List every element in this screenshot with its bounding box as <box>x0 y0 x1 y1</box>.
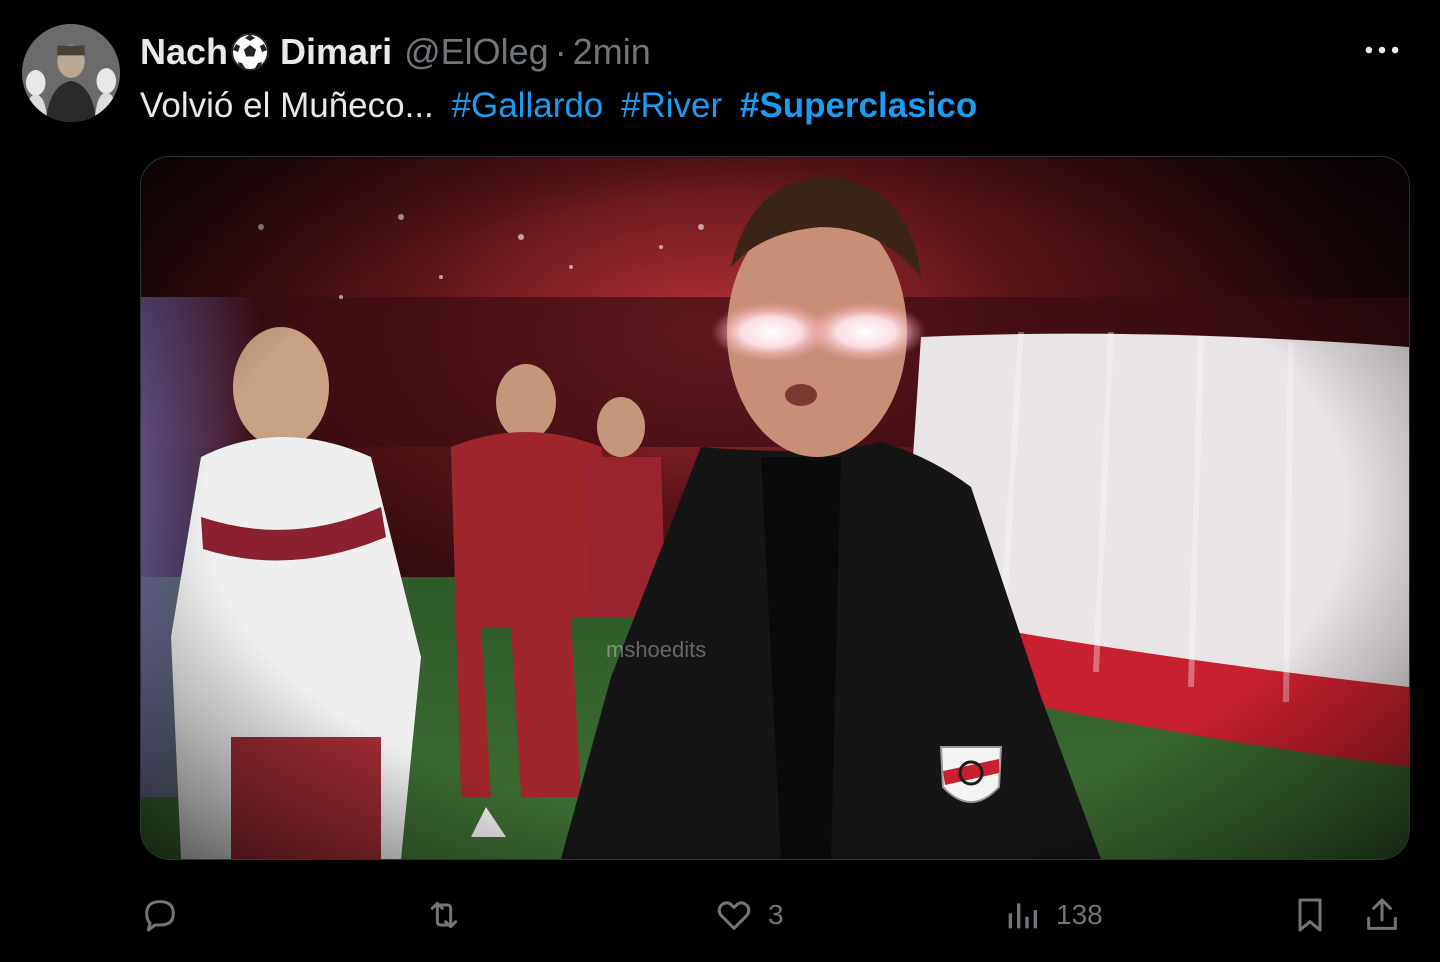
hashtag-gallardo[interactable]: #Gallardo <box>452 86 604 125</box>
soccer-ball-icon <box>231 33 270 71</box>
like-button[interactable]: 3 <box>714 888 784 942</box>
retweet-icon <box>430 901 458 929</box>
tweet-body: Volvió el Muñeco... <box>140 86 434 125</box>
reply-button[interactable] <box>140 888 194 942</box>
more-icon <box>1365 46 1399 54</box>
tweet-text: Volvió el Muñeco... #Gallardo #River #Su… <box>140 84 977 128</box>
reply-icon <box>145 900 175 932</box>
like-count: 3 <box>768 899 784 930</box>
retweet-button[interactable] <box>424 888 478 942</box>
avatar[interactable] <box>22 24 120 122</box>
tweet-actions: 3 138 <box>140 888 1420 942</box>
avatar-image <box>22 24 120 122</box>
bookmark-icon <box>1298 898 1322 932</box>
views-button[interactable]: 138 <box>1002 888 1103 942</box>
share-button[interactable] <box>1362 888 1402 942</box>
separator-dot: · <box>554 31 567 72</box>
hashtag-superclasico[interactable]: #Superclasico <box>740 86 977 125</box>
views-count: 138 <box>1056 899 1103 930</box>
tweet-media[interactable]: mshoedits <box>140 156 1410 860</box>
hashtag-river[interactable]: #River <box>621 86 722 125</box>
heart-icon <box>717 901 751 930</box>
author-name-part1: Nach <box>140 31 229 72</box>
more-options-button[interactable] <box>1360 30 1404 70</box>
tweet-time[interactable]: 2min <box>573 30 651 74</box>
tweet: Nach Dimari @ElOleg · 2min Volvió el Muñ… <box>0 0 1440 962</box>
author-name[interactable]: Nach Dimari <box>140 30 392 74</box>
bookmark-button[interactable] <box>1290 888 1330 942</box>
media-image: mshoedits <box>141 157 1409 859</box>
author-handle[interactable]: @ElOleg <box>404 30 549 74</box>
views-chart-icon <box>1008 903 1037 929</box>
media-watermark: mshoedits <box>606 637 706 662</box>
author-name-part2: Dimari <box>280 31 393 72</box>
tweet-header: Nach Dimari @ElOleg · 2min <box>140 30 651 74</box>
share-icon <box>1367 898 1397 930</box>
